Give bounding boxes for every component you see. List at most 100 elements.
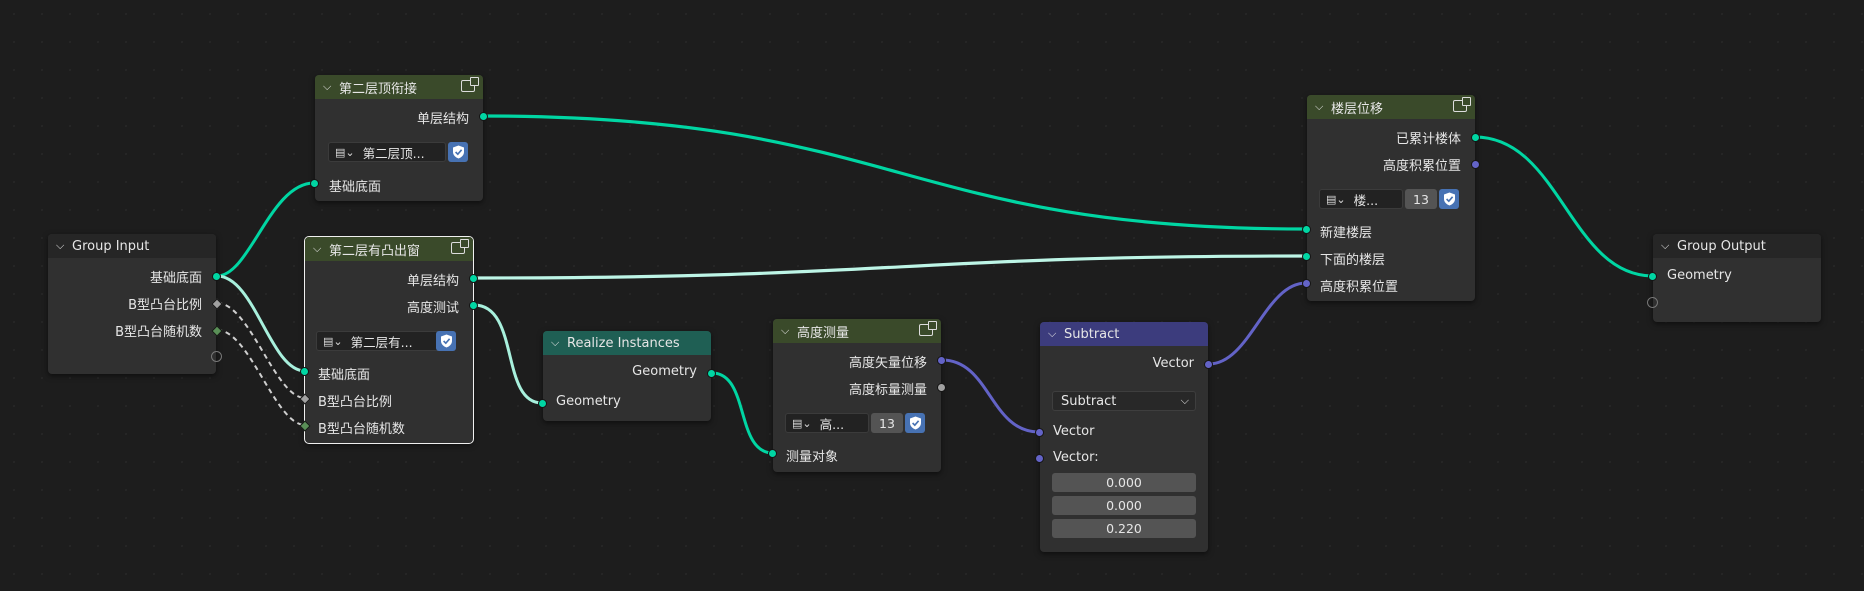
group-name: 高... xyxy=(819,416,845,432)
node-group-icon xyxy=(919,321,937,336)
node-title: Group Input xyxy=(72,238,150,254)
link-random xyxy=(216,329,306,426)
node-header[interactable]: ⌵ Group Input xyxy=(48,234,216,258)
link-top-to-floor xyxy=(483,114,1307,231)
socket-empty[interactable] xyxy=(1647,297,1658,308)
group-selector[interactable]: ▤⌄ 楼... xyxy=(1319,189,1403,209)
group-output-node[interactable]: ⌵ Group Output Geometry xyxy=(1653,234,1821,322)
user-count[interactable]: 13 xyxy=(1405,189,1437,209)
group-name: 第二层有... xyxy=(350,334,413,350)
user-count[interactable]: 13 xyxy=(871,413,903,433)
node-window-protrusion[interactable]: ⌵ 第二层有凸出窗 单层结构 高度测试 ▤⌄ 第二层有... 基础底面 B型凸台… xyxy=(304,236,474,444)
output-label: 单层结构 xyxy=(406,274,459,289)
operation-value: Subtract xyxy=(1061,393,1117,409)
socket-output[interactable] xyxy=(469,274,478,283)
chevron-down-icon[interactable]: ⌵ xyxy=(781,324,793,338)
socket-output[interactable] xyxy=(469,301,478,310)
group-input-node[interactable]: ⌵ Group Input 基础底面 B型凸台比例 B型凸台随机数 xyxy=(48,234,216,374)
output-label: 高度标量测量 xyxy=(848,383,927,398)
node-height-measure[interactable]: ⌵ 高度测量 高度矢量位移 高度标量测量 ▤⌄ 高... 13 测量对象 xyxy=(773,319,941,472)
fake-user-shield-icon[interactable] xyxy=(1439,189,1459,209)
socket-output[interactable] xyxy=(1471,160,1480,169)
socket-output[interactable] xyxy=(937,383,946,392)
vector-z-field[interactable]: 0.220 xyxy=(1052,519,1196,538)
chevron-down-icon[interactable]: ⌵ xyxy=(1315,100,1327,114)
output-label: 已累计楼体 xyxy=(1395,132,1461,147)
input-label: 基础底面 xyxy=(329,180,382,195)
socket-input[interactable] xyxy=(300,367,309,376)
input-label: Vector xyxy=(1053,424,1095,439)
node-title: 高度测量 xyxy=(797,325,850,341)
node-header[interactable]: ⌵ Group Output xyxy=(1653,234,1821,258)
socket-input[interactable] xyxy=(310,179,319,188)
socket-output[interactable] xyxy=(1471,133,1480,142)
node-title: Realize Instances xyxy=(567,335,680,351)
chevron-down-icon[interactable]: ⌵ xyxy=(56,239,68,253)
socket-output[interactable] xyxy=(1204,360,1213,369)
input-label: 新建楼层 xyxy=(1320,226,1373,241)
socket-input[interactable] xyxy=(1648,272,1657,281)
node-tree-icon: ▤⌄ xyxy=(335,145,355,159)
node-top-connect[interactable]: ⌵ 第二层顶衔接 单层结构 ▤⌄ 第二层顶... 基础底面 xyxy=(315,75,483,201)
output-label: B型凸台随机数 xyxy=(115,325,202,340)
socket-input[interactable] xyxy=(1302,252,1311,261)
fake-user-shield-icon[interactable] xyxy=(905,413,925,433)
output-label: B型凸台比例 xyxy=(128,298,202,313)
socket-output[interactable] xyxy=(479,112,488,121)
group-name: 楼... xyxy=(1353,192,1379,208)
socket-output[interactable] xyxy=(707,369,716,378)
node-header[interactable]: ⌵ 楼层位移 xyxy=(1307,95,1475,119)
node-realize-instances[interactable]: ⌵ Realize Instances Geometry Geometry xyxy=(543,331,711,421)
group-selector[interactable]: ▤⌄ 第二层有... xyxy=(316,331,440,351)
node-vector-subtract[interactable]: ⌵ Subtract Vector Subtract ⌵ Vector Vect… xyxy=(1040,322,1208,552)
input-label: B型凸台比例 xyxy=(318,395,392,410)
node-tree-icon: ▤⌄ xyxy=(1326,192,1346,206)
chevron-down-icon[interactable]: ⌵ xyxy=(1048,327,1060,341)
node-header[interactable]: ⌵ 第二层顶衔接 xyxy=(315,75,483,99)
input-label: Geometry xyxy=(556,394,621,409)
socket-input[interactable] xyxy=(768,449,777,458)
input-label: 基础底面 xyxy=(318,368,371,383)
socket-input[interactable] xyxy=(1035,454,1044,463)
socket-empty[interactable] xyxy=(211,351,222,362)
socket-input[interactable] xyxy=(1302,279,1311,288)
node-header[interactable]: ⌵ Subtract xyxy=(1040,322,1208,346)
link-subtract-to-floor xyxy=(1208,281,1307,366)
node-title: 第二层顶衔接 xyxy=(339,81,418,97)
node-floor-offset[interactable]: ⌵ 楼层位移 已累计楼体 高度积累位置 ▤⌄ 楼... 13 新建楼层 下面的楼… xyxy=(1307,95,1475,301)
node-header[interactable]: ⌵ 高度测量 xyxy=(773,319,941,343)
group-selector[interactable]: ▤⌄ 第二层顶... xyxy=(328,142,446,162)
node-group-icon xyxy=(461,77,479,92)
link-floor-to-output xyxy=(1474,135,1654,278)
socket-output[interactable] xyxy=(937,356,946,365)
input-label: B型凸台随机数 xyxy=(318,422,405,437)
node-title: Subtract xyxy=(1064,326,1120,342)
fake-user-shield-icon[interactable] xyxy=(448,142,468,162)
vector-x-field[interactable]: 0.000 xyxy=(1052,473,1196,492)
node-header[interactable]: ⌵ 第二层有凸出窗 xyxy=(305,237,473,261)
link-ratio xyxy=(216,302,306,399)
operation-dropdown[interactable]: Subtract ⌵ xyxy=(1052,391,1196,411)
group-name: 第二层顶... xyxy=(362,145,425,161)
output-label: 高度测试 xyxy=(406,301,459,316)
chevron-down-icon[interactable]: ⌵ xyxy=(323,80,335,94)
node-links xyxy=(216,114,1654,455)
socket-input[interactable] xyxy=(538,399,547,408)
vector-y-field[interactable]: 0.000 xyxy=(1052,496,1196,515)
group-selector[interactable]: ▤⌄ 高... xyxy=(785,413,869,433)
output-label: Geometry xyxy=(632,364,697,379)
link-base-to-top xyxy=(216,181,315,278)
socket-input[interactable] xyxy=(1035,428,1044,437)
fake-user-shield-icon[interactable] xyxy=(436,331,456,351)
chevron-down-icon[interactable]: ⌵ xyxy=(313,242,325,256)
link-test-to-realize xyxy=(473,303,543,405)
chevron-down-icon[interactable]: ⌵ xyxy=(551,336,563,350)
socket-output[interactable] xyxy=(212,272,221,281)
node-title: 楼层位移 xyxy=(1331,101,1384,117)
node-group-icon xyxy=(451,239,469,254)
chevron-down-icon[interactable]: ⌵ xyxy=(1661,239,1673,253)
chevron-down-icon: ⌵ xyxy=(1180,394,1189,407)
link-base-to-window xyxy=(216,274,306,373)
socket-input[interactable] xyxy=(1302,225,1311,234)
node-header[interactable]: ⌵ Realize Instances xyxy=(543,331,711,355)
